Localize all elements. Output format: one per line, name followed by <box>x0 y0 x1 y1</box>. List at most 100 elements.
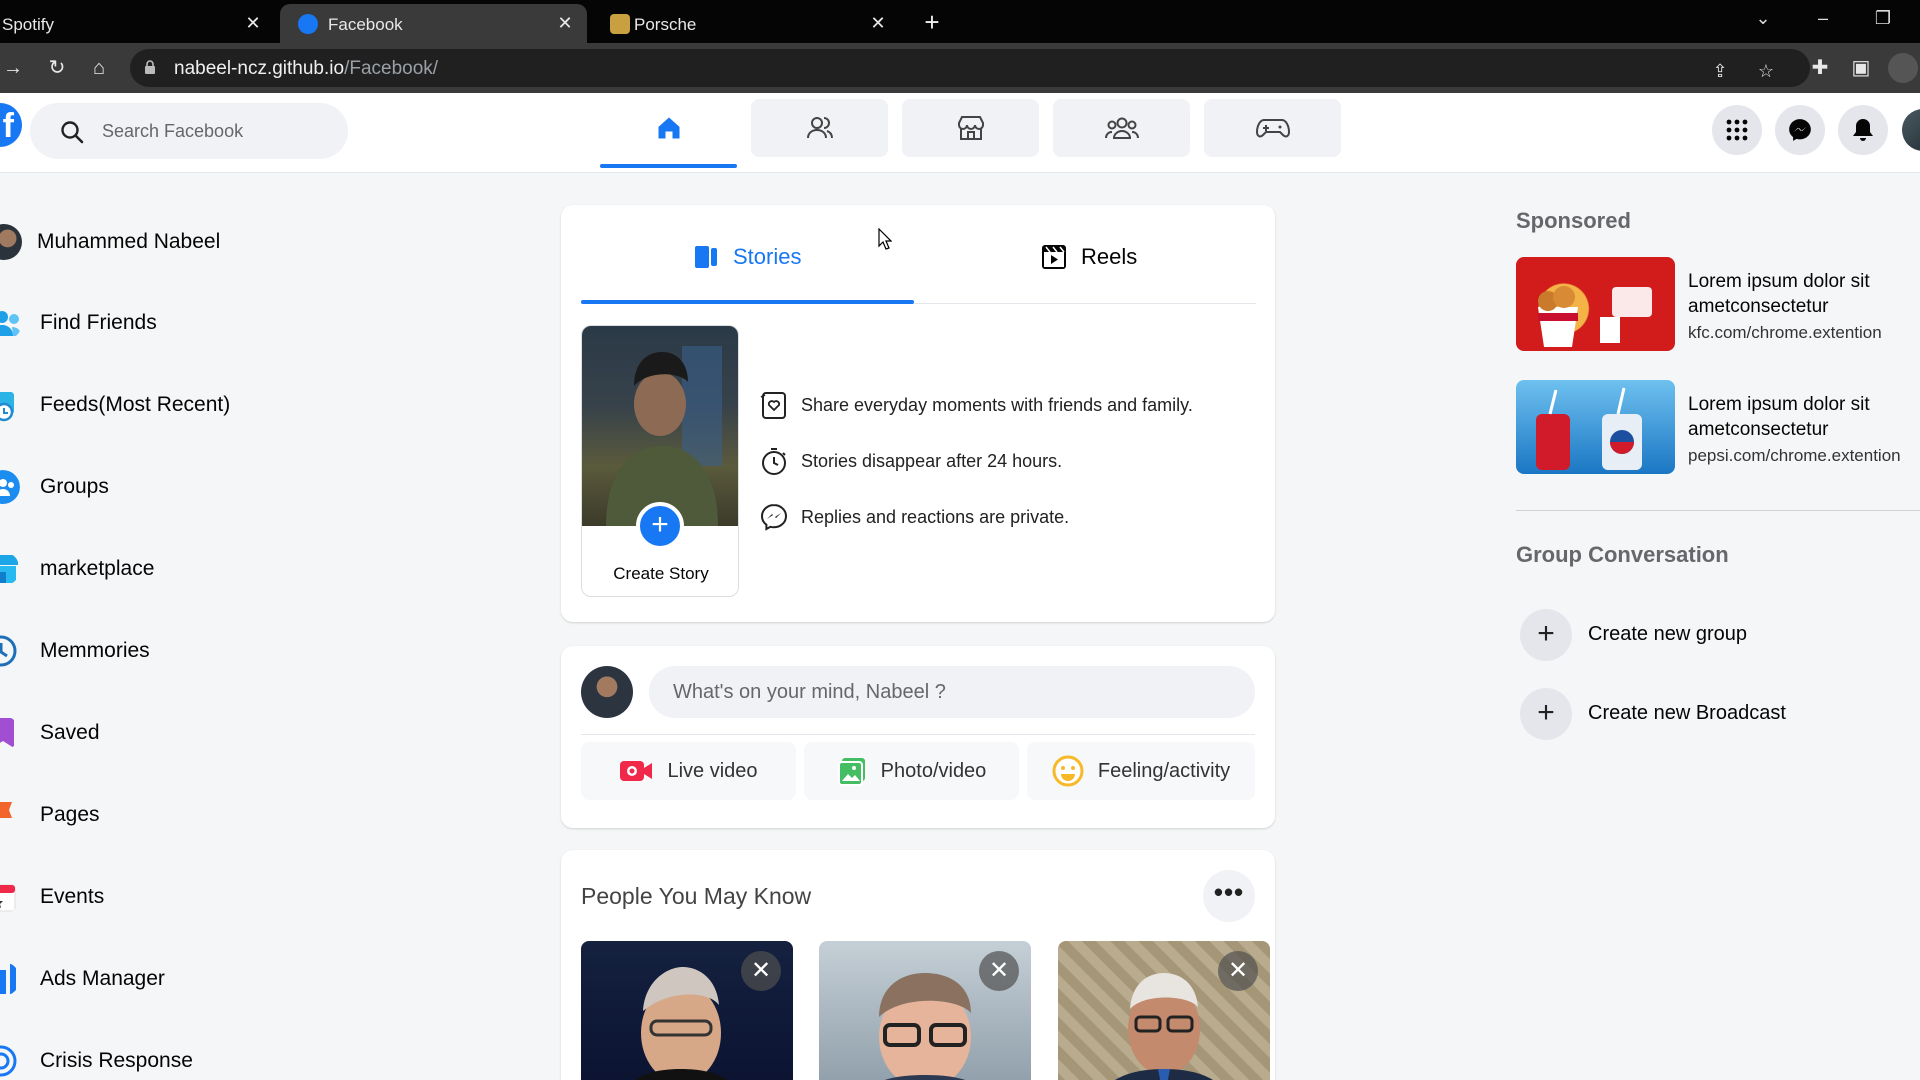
add-story-button[interactable]: + <box>636 502 684 550</box>
photo-video-button[interactable]: Photo/video <box>804 742 1019 800</box>
notifications-icon <box>1853 119 1873 141</box>
menu-grid-icon <box>1726 119 1748 141</box>
nav-tab-marketplace[interactable] <box>902 99 1039 157</box>
action-label: Live video <box>667 759 758 782</box>
tab-spotify[interactable]: Spotify ✕ <box>0 4 275 43</box>
person-card[interactable]: ✕ <box>1058 941 1270 1080</box>
ad-url: pepsi.com/chrome.extention <box>1688 446 1901 465</box>
events-icon <box>0 884 16 912</box>
account-avatar[interactable] <box>1902 109 1920 151</box>
photo-video-icon <box>837 758 865 786</box>
facebook-logo[interactable]: f <box>0 103 22 147</box>
sidebar-item-label: Crisis Response <box>40 1049 193 1072</box>
bookmark-star-icon[interactable]: ☆ <box>1754 59 1778 83</box>
tab-search-icon[interactable]: ⌄ <box>1748 8 1778 29</box>
active-tab-indicator <box>581 300 914 304</box>
close-tab-icon[interactable]: ✕ <box>866 11 890 35</box>
dismiss-suggestion-button[interactable]: ✕ <box>741 951 781 991</box>
porsche-favicon-icon <box>610 14 630 34</box>
home-browser-icon[interactable]: ⌂ <box>84 53 114 83</box>
action-label: Create new Broadcast <box>1588 702 1786 724</box>
story-info-item: Stories disappear after 24 hours. <box>759 443 1062 479</box>
new-tab-button[interactable]: + <box>918 9 946 37</box>
browser-tab-strip: Spotify ✕ Facebook ✕ Porsche ✕ + ⌄ – ❐ <box>0 0 1920 43</box>
nav-tab-friends[interactable] <box>751 99 888 157</box>
url-field[interactable]: nabeel-ncz.github.io/Facebook/ ⇪ ☆ <box>130 49 1810 87</box>
tab-title: Facebook <box>328 15 403 34</box>
feeds-icon <box>0 392 14 422</box>
post-input[interactable] <box>649 666 1255 718</box>
sidebar-divider <box>1516 510 1920 511</box>
composer-avatar[interactable] <box>581 666 633 718</box>
feeling-activity-button[interactable]: Feeling/activity <box>1027 742 1255 800</box>
sidebar-item-label: Memmories <box>40 639 150 662</box>
create-story-label: Create Story <box>613 564 709 583</box>
facebook-favicon-icon <box>298 14 318 34</box>
timer-icon <box>762 448 786 475</box>
url-text: nabeel-ncz.github.io/Facebook/ <box>174 58 438 80</box>
section-title: People You May Know <box>581 883 812 909</box>
stories-icon <box>695 246 717 268</box>
story-info-text: Replies and reactions are private. <box>801 506 1070 527</box>
tab-facebook[interactable]: Facebook ✕ <box>280 4 587 43</box>
kfc-ad-image <box>1516 257 1675 351</box>
browser-profile-avatar[interactable] <box>1888 53 1918 83</box>
sidebar-item-label: Feeds(Most Recent) <box>40 393 231 416</box>
sidebar-item-label: Ads Manager <box>40 967 165 990</box>
more-options-button[interactable]: ••• <box>1203 870 1255 922</box>
crisis-response-icon <box>0 1045 17 1077</box>
forward-icon[interactable]: → <box>0 53 28 83</box>
close-tab-icon[interactable]: ✕ <box>553 11 577 35</box>
groups-icon <box>0 470 20 504</box>
extensions-icon[interactable]: ✚ <box>1805 53 1835 83</box>
feeling-icon <box>1052 755 1084 787</box>
story-profile-photo <box>582 326 738 526</box>
story-info-text: Stories disappear after 24 hours. <box>801 450 1063 471</box>
search-box[interactable] <box>30 103 348 159</box>
tab-porsche[interactable]: Porsche ✕ <box>592 4 900 43</box>
nav-tab-gaming[interactable] <box>1204 99 1341 157</box>
story-info-text: Share everyday moments with friends and … <box>801 394 1193 415</box>
nav-tab-home[interactable] <box>600 99 737 168</box>
close-tab-icon[interactable]: ✕ <box>241 11 265 35</box>
kfc-bucket-graphic <box>1538 286 1652 347</box>
ad-title: Lorem ipsum dolor sit ametconsectetur <box>1688 271 1870 317</box>
gaming-icon <box>1255 119 1290 138</box>
messenger-button[interactable] <box>1775 105 1825 155</box>
side-panel-icon[interactable]: ▣ <box>1846 53 1876 83</box>
menu-grid-button[interactable] <box>1712 105 1762 155</box>
action-label: Photo/video <box>880 759 987 782</box>
nav-tab-groups[interactable] <box>1053 99 1190 157</box>
notifications-button[interactable] <box>1838 105 1888 155</box>
share-moments-icon <box>760 392 786 419</box>
messenger-icon <box>1789 119 1811 141</box>
reload-icon[interactable]: ↻ <box>42 53 72 83</box>
person-card[interactable]: ✕ <box>819 941 1031 1080</box>
tab-stories[interactable]: Stories <box>693 235 801 279</box>
sponsored-ad[interactable]: Lorem ipsum dolor sit ametconsectetur pe… <box>1516 380 1916 476</box>
sidebar-item-label: Groups <box>40 475 109 498</box>
live-video-button[interactable]: Live video <box>581 742 796 800</box>
dismiss-suggestion-button[interactable]: ✕ <box>1218 951 1258 991</box>
dismiss-suggestion-button[interactable]: ✕ <box>979 951 1019 991</box>
minimize-icon[interactable]: – <box>1808 8 1838 29</box>
group-conversation-heading: Group Conversation <box>1516 542 1729 567</box>
home-icon <box>658 117 679 139</box>
plus-icon: + <box>1520 688 1572 740</box>
friends-icon <box>0 311 21 336</box>
saved-icon <box>0 718 14 748</box>
tab-title: Spotify <box>2 15 54 34</box>
mouse-cursor-icon <box>878 228 892 250</box>
person-card[interactable]: ✕ <box>581 941 793 1080</box>
pages-icon <box>0 802 12 818</box>
person-silhouette <box>606 346 722 526</box>
restore-icon[interactable]: ❐ <box>1868 8 1898 29</box>
tab-label: Reels <box>1081 244 1138 269</box>
share-icon[interactable]: ⇪ <box>1708 59 1732 83</box>
search-input[interactable] <box>102 115 332 147</box>
url-host: nabeel-ncz.github.io <box>174 58 345 79</box>
tab-reels[interactable]: Reels <box>1041 235 1137 279</box>
create-story-card[interactable]: + Create Story <box>581 325 739 597</box>
composer-divider <box>581 734 1255 735</box>
sponsored-ad[interactable]: Lorem ipsum dolor sit ametconsectetur kf… <box>1516 257 1916 353</box>
